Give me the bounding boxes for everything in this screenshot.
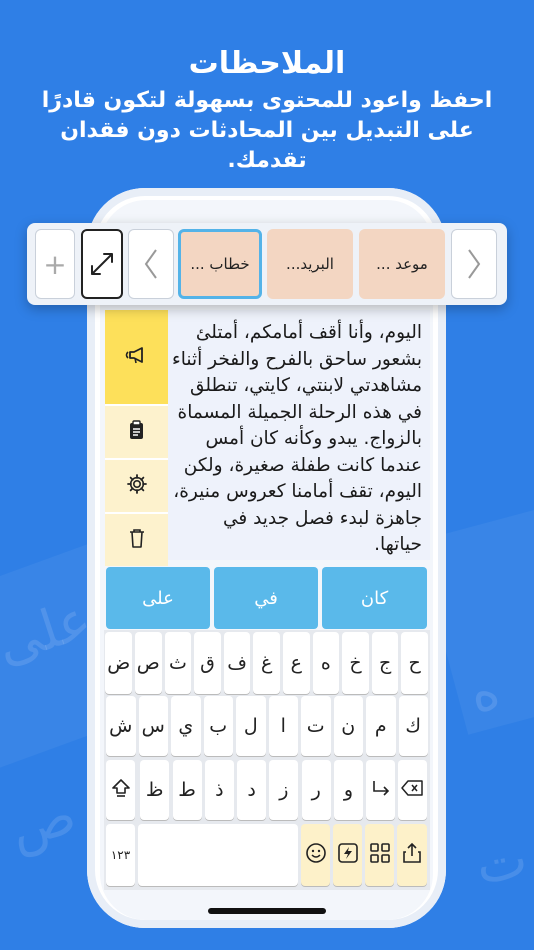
- key[interactable]: ر: [301, 760, 331, 820]
- plus-icon: +: [43, 247, 67, 281]
- key[interactable]: ذ: [204, 760, 234, 820]
- key[interactable]: ح: [401, 632, 428, 694]
- key[interactable]: ه: [312, 632, 340, 694]
- key[interactable]: ق: [194, 632, 221, 694]
- key[interactable]: م: [366, 696, 396, 756]
- emoji-icon: [305, 842, 327, 869]
- key[interactable]: ث: [164, 632, 192, 694]
- notes-tab-bar: + خطاب ... البريد... موعد ...: [27, 223, 507, 305]
- key[interactable]: و: [334, 760, 363, 820]
- key[interactable]: غ: [253, 632, 280, 694]
- lightning-icon: [337, 842, 359, 869]
- tab-appointment-note[interactable]: موعد ...: [359, 229, 445, 299]
- expand-icon: [86, 248, 118, 280]
- headline-title: الملاحظات: [188, 46, 346, 81]
- add-note-button[interactable]: +: [35, 229, 75, 299]
- share-icon: [401, 842, 423, 869]
- background-letter: ص: [2, 782, 83, 861]
- headline-subtitle: احفظ واعود للمحتوى بسهولة لتكون قادرًا ع…: [41, 88, 493, 173]
- paste-icon: [127, 419, 147, 445]
- speak-button[interactable]: [105, 310, 168, 404]
- key[interactable]: ل: [236, 696, 266, 756]
- paste-button[interactable]: [105, 404, 168, 458]
- key[interactable]: ب: [203, 696, 233, 756]
- tab-speech-note[interactable]: خطاب ...: [178, 229, 262, 299]
- delete-icon: [128, 527, 146, 553]
- key[interactable]: ي: [171, 696, 201, 756]
- backspace-key[interactable]: [398, 760, 427, 820]
- key[interactable]: ا: [268, 696, 298, 756]
- note-text[interactable]: اليوم، وأنا أقف أمامكم، أمتلئ بشعور ساحق…: [172, 320, 422, 559]
- key[interactable]: ز: [269, 760, 299, 820]
- expand-button[interactable]: [81, 229, 123, 299]
- key[interactable]: س: [138, 696, 168, 756]
- key[interactable]: ج: [371, 632, 399, 694]
- suggestion-1[interactable]: كان: [322, 567, 427, 629]
- scroll-right-button[interactable]: [451, 229, 497, 299]
- key[interactable]: ت: [301, 696, 331, 756]
- key[interactable]: د: [237, 760, 267, 820]
- delete-button[interactable]: [105, 512, 168, 566]
- key[interactable]: ن: [333, 696, 363, 756]
- key[interactable]: ع: [283, 632, 310, 694]
- home-indicator: [208, 908, 326, 914]
- key[interactable]: ك: [398, 696, 428, 756]
- suggestion-2[interactable]: في: [214, 567, 318, 629]
- key[interactable]: ص: [135, 632, 162, 694]
- key[interactable]: ف: [223, 632, 251, 694]
- share-key[interactable]: [397, 824, 427, 886]
- return-key[interactable]: [366, 760, 395, 820]
- key[interactable]: ظ: [140, 760, 170, 820]
- key[interactable]: ش: [106, 696, 136, 756]
- settings-button[interactable]: [105, 458, 168, 512]
- background-letter: ت: [470, 826, 532, 897]
- emoji-key[interactable]: [301, 824, 330, 886]
- chevron-left-icon: [142, 247, 160, 281]
- return-icon: [370, 777, 392, 804]
- numbers-key[interactable]: ١٢٣: [106, 824, 135, 886]
- scroll-left-button[interactable]: [128, 229, 174, 299]
- key[interactable]: خ: [342, 632, 369, 694]
- settings-icon: [126, 473, 148, 499]
- apps-key[interactable]: [365, 824, 394, 886]
- ai-tools-key[interactable]: [333, 824, 362, 886]
- backspace-icon: [400, 779, 425, 802]
- speak-icon: [124, 344, 150, 370]
- key[interactable]: ط: [172, 760, 202, 820]
- key[interactable]: ض: [105, 632, 132, 694]
- suggestion-3[interactable]: على: [106, 567, 210, 629]
- shift-key[interactable]: [106, 760, 135, 820]
- tab-mail-note[interactable]: البريد...: [267, 229, 353, 299]
- grid-icon: [369, 842, 391, 869]
- chevron-right-icon: [465, 247, 483, 281]
- headline: الملاحظات احفظ واعود للمحتوى بسهولة لتكو…: [0, 44, 534, 176]
- space-key[interactable]: [138, 824, 298, 886]
- shift-icon: [110, 777, 132, 804]
